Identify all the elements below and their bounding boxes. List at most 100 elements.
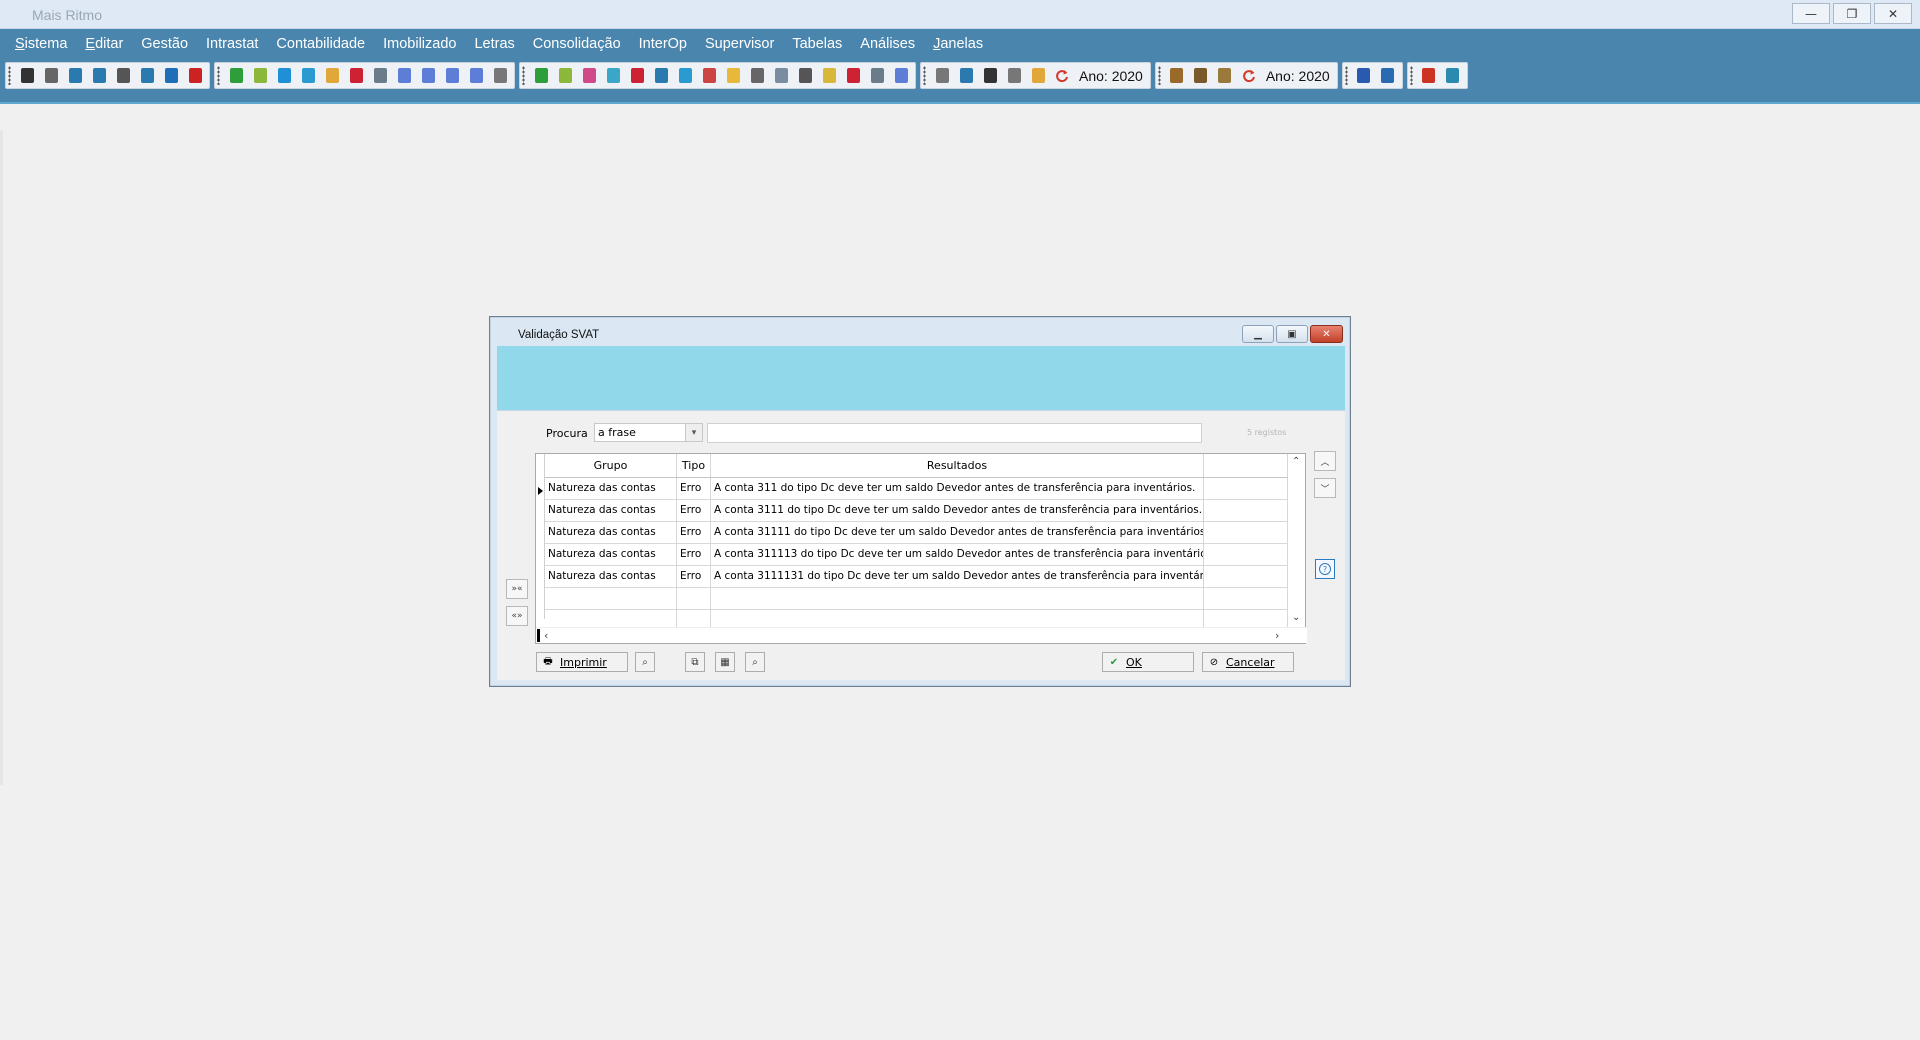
column-header-grupo[interactable]: Grupo <box>545 454 677 477</box>
toolbar-grip[interactable] <box>1344 66 1348 85</box>
toolbar-button-icon[interactable] <box>723 66 743 86</box>
chevron-down-icon[interactable]: ▾ <box>685 424 702 441</box>
menu-consolidacao[interactable]: Consolidação <box>524 34 630 54</box>
toolbar-grip[interactable] <box>8 66 11 85</box>
toolbar-button-icon[interactable] <box>226 66 246 86</box>
toolbar-button-icon[interactable] <box>1215 66 1235 86</box>
menu-sistema[interactable]: Sistema <box>6 34 76 54</box>
table-icon[interactable]: ▦ <box>715 652 735 672</box>
toolbar-grip[interactable] <box>923 66 926 85</box>
horizontal-scrollbar[interactable]: ‹ › <box>536 627 1307 643</box>
toolbar-button-icon[interactable] <box>651 66 671 86</box>
toolbar-button-icon[interactable] <box>699 66 719 86</box>
toolbar-button-icon[interactable] <box>1354 66 1374 86</box>
toolbar-button-icon[interactable] <box>161 66 181 86</box>
menu-analises[interactable]: Análises <box>851 34 924 54</box>
menu-letras[interactable]: Letras <box>465 34 523 54</box>
toolbar-button-icon[interactable] <box>819 66 839 86</box>
collapse-button[interactable]: «» <box>506 606 528 626</box>
toolbar-button-icon[interactable] <box>627 66 647 86</box>
toolbar-button-icon[interactable] <box>442 66 462 86</box>
toolbar-button-icon[interactable] <box>932 66 952 86</box>
close-button[interactable]: ✕ <box>1874 3 1912 24</box>
toolbar-button-icon[interactable] <box>17 66 37 86</box>
toolbar-button-icon[interactable] <box>1378 66 1398 86</box>
scroll-down-icon[interactable]: ⌄ <box>1292 612 1300 623</box>
toolbar-button-icon[interactable] <box>1419 66 1439 86</box>
toolbar-grip[interactable] <box>217 66 220 85</box>
column-header-extra[interactable] <box>1204 454 1288 477</box>
toolbar-button-icon[interactable] <box>346 66 366 86</box>
toolbar-button-icon[interactable] <box>891 66 911 86</box>
dialog-close-button[interactable]: ✕ <box>1310 325 1343 343</box>
toolbar-button-icon[interactable] <box>1004 66 1024 86</box>
minimize-button[interactable]: — <box>1792 3 1830 24</box>
toolbar-button-icon[interactable] <box>1443 66 1463 86</box>
search-input[interactable] <box>707 423 1202 443</box>
print-button[interactable]: 🖶 Imprimir <box>536 652 628 672</box>
toolbar-button-icon[interactable] <box>322 66 342 86</box>
toolbar-button-icon[interactable] <box>747 66 767 86</box>
toolbar-button-icon[interactable] <box>466 66 486 86</box>
search-mode-select[interactable]: a frase ▾ <box>594 423 703 442</box>
dialog-maximize-button[interactable]: ▣ <box>1276 325 1308 343</box>
column-header-resultados[interactable]: Resultados <box>711 454 1204 477</box>
toolbar-button-icon[interactable] <box>418 66 438 86</box>
toolbar-button-icon[interactable] <box>555 66 575 86</box>
menu-imobilizado[interactable]: Imobilizado <box>374 34 465 54</box>
toolbar-button-icon[interactable] <box>185 66 205 86</box>
scrollbar-thumb[interactable] <box>537 629 540 642</box>
toolbar-button-icon[interactable] <box>41 66 61 86</box>
toolbar-button-icon[interactable] <box>274 66 294 86</box>
expand-button[interactable]: »« <box>506 579 528 599</box>
toolbar-button-icon[interactable] <box>1167 66 1187 86</box>
menu-janelas[interactable]: Janelas <box>924 34 992 54</box>
preview-icon[interactable]: ⌕ <box>745 652 765 672</box>
toolbar-button-icon[interactable] <box>980 66 1000 86</box>
ok-button[interactable]: ✔ OK <box>1102 652 1194 672</box>
move-down-button[interactable]: ﹀ <box>1314 478 1336 498</box>
move-up-button[interactable]: ︿ <box>1314 451 1336 471</box>
menu-contabilidade[interactable]: Contabilidade <box>267 34 374 54</box>
dialog-minimize-button[interactable]: ▁ <box>1242 325 1274 343</box>
toolbar-grip[interactable] <box>1157 66 1161 85</box>
toolbar-grip[interactable] <box>522 66 525 85</box>
year-selector[interactable]: Ano: 2020 <box>1263 68 1333 84</box>
toolbar-button-icon[interactable] <box>298 66 318 86</box>
table-row[interactable]: Natureza das contas Erro A conta 3111131 d… <box>545 566 1288 588</box>
refresh-icon[interactable] <box>1239 66 1259 86</box>
table-row[interactable]: Natureza das contas Erro A conta 3111 do t… <box>545 500 1288 522</box>
toolbar-button-icon[interactable] <box>89 66 109 86</box>
toolbar-button-icon[interactable] <box>843 66 863 86</box>
toolbar-button-icon[interactable] <box>113 66 133 86</box>
year-selector[interactable]: Ano: 2020 <box>1076 68 1146 84</box>
scroll-up-icon[interactable]: ⌃ <box>1292 456 1300 467</box>
restore-button[interactable]: ❐ <box>1833 3 1871 24</box>
copy-icon[interactable]: ⧉ <box>685 652 705 672</box>
toolbar-button-icon[interactable] <box>956 66 976 86</box>
scroll-right-icon[interactable]: › <box>1275 629 1279 642</box>
toolbar-button-icon[interactable] <box>370 66 390 86</box>
table-row[interactable]: Natureza das contas Erro A conta 311 do ti… <box>545 478 1288 500</box>
search-icon[interactable]: ⌕ <box>635 652 655 672</box>
toolbar-button-icon[interactable] <box>1191 66 1211 86</box>
help-button[interactable]: ? <box>1315 559 1335 579</box>
toolbar-button-icon[interactable] <box>394 66 414 86</box>
column-header-tipo[interactable]: Tipo <box>677 454 711 477</box>
toolbar-button-icon[interactable] <box>1028 66 1048 86</box>
menu-interop[interactable]: InterOp <box>630 34 696 54</box>
toolbar-button-icon[interactable] <box>603 66 623 86</box>
table-row[interactable]: Natureza das contas Erro A conta 31111 do … <box>545 522 1288 544</box>
cancel-button[interactable]: ⊘ Cancelar <box>1202 652 1294 672</box>
menu-tabelas[interactable]: Tabelas <box>783 34 851 54</box>
toolbar-button-icon[interactable] <box>531 66 551 86</box>
table-row-empty[interactable] <box>545 588 1288 610</box>
scroll-left-icon[interactable]: ‹ <box>544 629 548 642</box>
toolbar-button-icon[interactable] <box>137 66 157 86</box>
vertical-scrollbar[interactable]: ⌃ ⌄ <box>1288 454 1305 628</box>
toolbar-button-icon[interactable] <box>490 66 510 86</box>
menu-editar[interactable]: Editar <box>76 34 132 54</box>
toolbar-button-icon[interactable] <box>867 66 887 86</box>
menu-intrastat[interactable]: Intrastat <box>197 34 267 54</box>
menu-supervisor[interactable]: Supervisor <box>696 34 783 54</box>
